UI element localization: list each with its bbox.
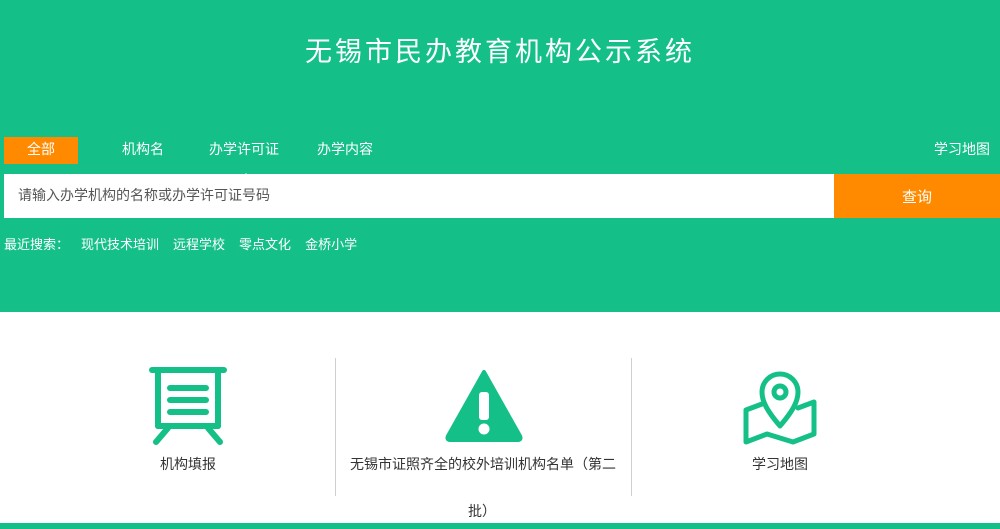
tab-license[interactable]: 办学许可证 xyxy=(209,137,279,164)
search-bar: 查询 xyxy=(4,174,1000,218)
card-institution-report[interactable]: 机构填报 xyxy=(40,358,336,496)
map-pin-icon xyxy=(743,371,817,445)
tab-institution-name[interactable]: 机构名 xyxy=(122,137,164,164)
bottom-bar xyxy=(0,523,1000,529)
search-input[interactable] xyxy=(4,174,834,218)
recent-item[interactable]: 现代技术培训 xyxy=(81,234,159,253)
warning-icon xyxy=(445,370,523,442)
recent-searches: 最近搜索： 现代技术培训 远程学校 零点文化 金桥小学 xyxy=(4,234,371,253)
card-licensed-list[interactable]: 无锡市证照齐全的校外培训机构名单（第二 xyxy=(336,358,632,496)
recent-item[interactable]: 远程学校 xyxy=(173,234,225,253)
board-icon xyxy=(149,367,227,445)
tab-all[interactable]: 全部 xyxy=(4,137,78,164)
feature-cards: 机构填报 无锡市证照齐全的校外培训机构名单（第二 学习地图 xyxy=(40,358,960,496)
study-map-link[interactable]: 学习地图 xyxy=(934,137,990,164)
card-label: 机构填报 xyxy=(160,457,216,473)
card-label: 无锡市证照齐全的校外培训机构名单（第二 xyxy=(350,457,616,473)
recent-item[interactable]: 零点文化 xyxy=(239,234,291,253)
recent-searches-label: 最近搜索： xyxy=(4,238,70,253)
search-tabs: 全部 机构名 办学许可证 办学内容 xyxy=(0,137,1000,179)
card-label-overflow: 批） xyxy=(468,504,496,520)
recent-item[interactable]: 金桥小学 xyxy=(305,234,357,253)
hero-banner: 无锡市民办教育机构公示系统 全部 机构名 办学许可证 办学内容 学习地图 查询 … xyxy=(0,0,1000,312)
tab-content[interactable]: 办学内容 xyxy=(317,137,373,164)
card-label: 学习地图 xyxy=(752,457,808,473)
page-title: 无锡市民办教育机构公示系统 xyxy=(305,37,695,68)
search-button[interactable]: 查询 xyxy=(834,174,1000,218)
card-study-map[interactable]: 学习地图 xyxy=(632,358,928,496)
